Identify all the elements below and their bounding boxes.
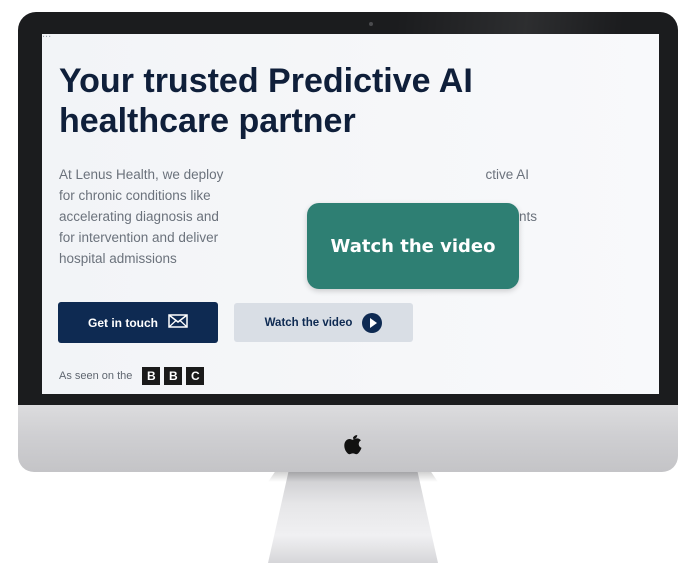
monitor-stand (268, 472, 438, 563)
watch-video-button[interactable]: Watch the video (234, 303, 413, 342)
hero-headline: Your trusted Predictive AI healthcare pa… (59, 62, 473, 140)
bbc-logo-letter-3: C (186, 367, 205, 385)
mail-icon (168, 314, 188, 331)
body-line-1: At Lenus Health, we deploy (59, 167, 224, 182)
body-line-1b: ctive AI (485, 167, 529, 182)
camera-dot (369, 22, 373, 26)
watch-video-label: Watch the video (264, 316, 353, 329)
apple-logo-icon (342, 430, 364, 456)
top-strip-text: ... (42, 34, 52, 40)
get-in-touch-button[interactable]: Get in touch (58, 302, 218, 343)
body-line-3: accelerating diagnosis and (59, 209, 219, 224)
as-seen-on-label: As seen on the (59, 370, 133, 382)
play-icon (362, 312, 383, 333)
website-screen: ... Your trusted Predictive AI healthcar… (42, 34, 659, 394)
as-seen-on-row: As seen on the B B C (59, 367, 205, 385)
watch-video-overlay-button[interactable]: Watch the video (307, 203, 519, 289)
get-in-touch-label: Get in touch (88, 315, 158, 330)
stand-shadow (268, 472, 438, 482)
overlay-label: Watch the video (330, 235, 496, 257)
bbc-logo-letter-2: B (164, 367, 183, 385)
bbc-logo-letter-1: B (142, 367, 161, 385)
